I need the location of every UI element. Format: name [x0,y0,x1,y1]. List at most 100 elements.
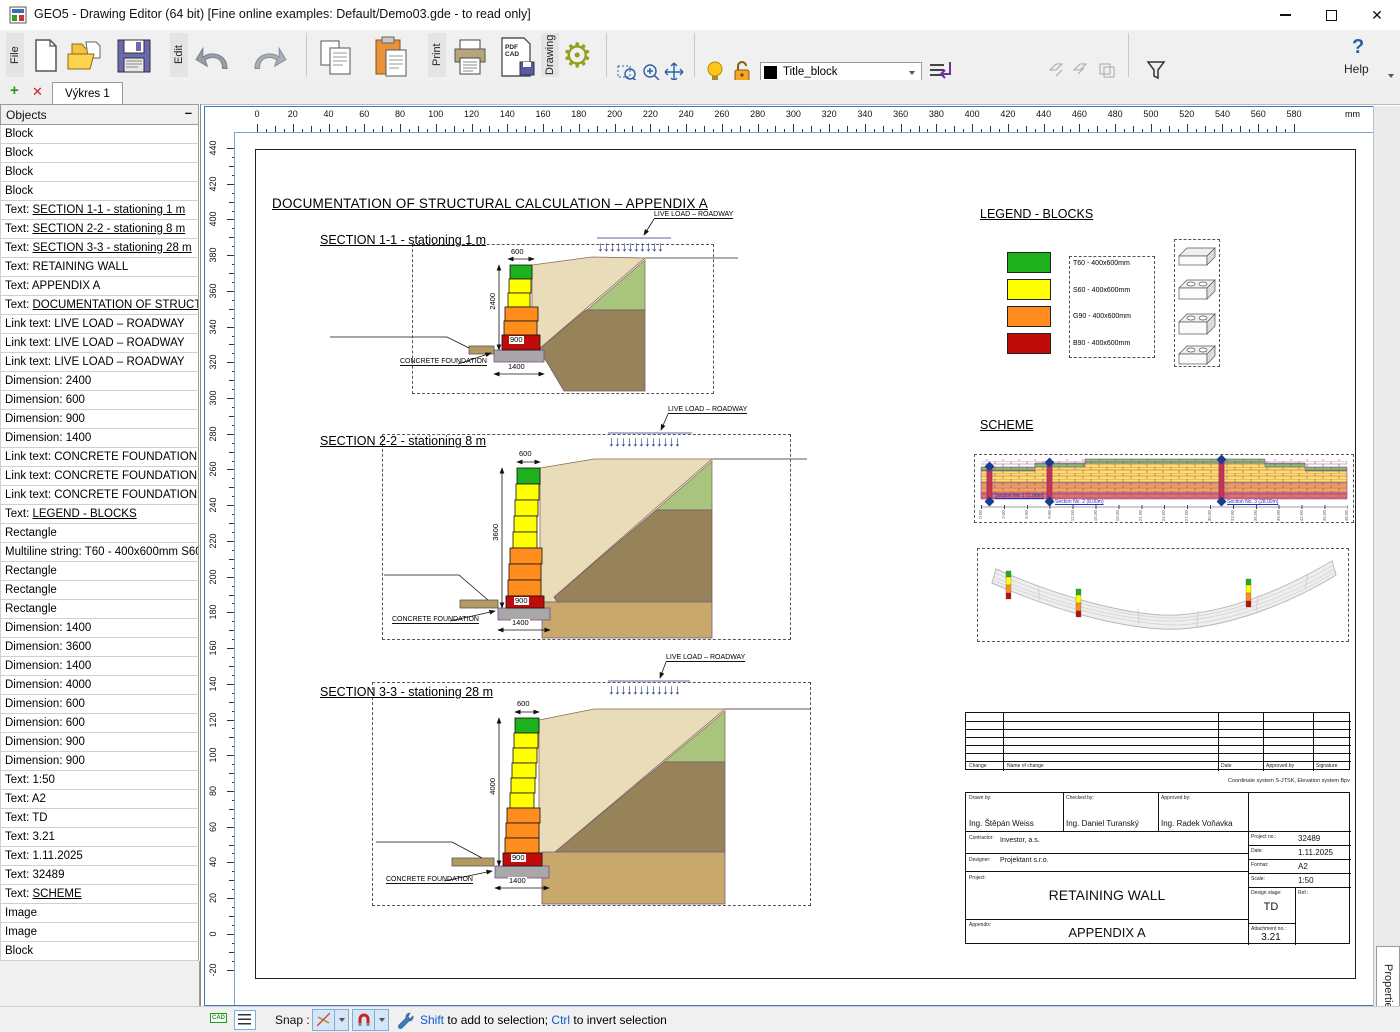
minimize-button[interactable] [1262,0,1308,30]
list-item[interactable]: Rectangle [0,524,199,543]
dim-3600[interactable]: 3600 [491,524,501,541]
open-file-icon[interactable] [66,40,102,72]
dim-1400[interactable]: 1400 [507,363,526,371]
legend-swatch[interactable] [1007,306,1051,327]
list-item[interactable]: Text: SECTION 3-3 - stationing 28 m [0,239,199,258]
filter-icon[interactable] [1146,60,1166,80]
undo-icon[interactable] [194,42,232,70]
help-label[interactable]: Help [1344,62,1369,76]
dim-900[interactable]: 900 [509,336,524,344]
list-item[interactable]: Dimension: 900 [0,752,199,771]
list-item[interactable]: Text: 32489 [0,866,199,885]
layer-dropdown[interactable] [909,71,915,75]
dim-900[interactable]: 900 [514,597,529,605]
list-item[interactable]: Text: LEGEND - BLOCKS [0,505,199,524]
list-item[interactable]: Text: RETAINING WALL [0,258,199,277]
printer-icon[interactable] [452,38,490,76]
list-item[interactable]: Link text: LIVE LOAD – ROADWAY [0,315,199,334]
zoom-select-icon[interactable] [616,62,638,82]
legend-title[interactable]: LEGEND - BLOCKS [980,207,1093,221]
list-item[interactable]: Link text: CONCRETE FOUNDATION [0,448,199,467]
list-item[interactable]: Block [0,144,199,163]
dim-2400[interactable]: 2400 [488,293,498,310]
list-item[interactable]: Dimension: 1400 [0,619,199,638]
object-list-toggle[interactable] [234,1010,256,1030]
live-load-label[interactable]: LIVE LOAD – ROADWAY [654,211,734,219]
list-item[interactable]: Link text: LIVE LOAD – ROADWAY [0,334,199,353]
dim-600[interactable]: 600 [518,450,533,458]
list-item[interactable]: Text: SCHEME [0,885,199,904]
redo-icon[interactable] [250,42,288,70]
list-item[interactable]: Text: APPENDIX A [0,277,199,296]
maximize-button[interactable] [1308,0,1354,30]
list-item[interactable]: Block [0,182,199,201]
list-item[interactable]: Block [0,163,199,182]
dim-600[interactable]: 600 [510,248,525,256]
print-menu[interactable]: Print [428,33,446,77]
list-item[interactable]: Text: DOCUMENTATION OF STRUCTURAL CALCUL… [0,296,199,315]
list-item[interactable]: Text: SECTION 2-2 - stationing 8 m [0,220,199,239]
wrench-icon[interactable] [396,1011,414,1029]
list-item[interactable]: Rectangle [0,581,199,600]
list-item[interactable]: Dimension: 4000 [0,676,199,695]
list-item[interactable]: Dimension: 900 [0,733,199,752]
section-2-drawing[interactable]: SECTION 2-2 - stationing 8 m ↓↓↓↓↓↓↓↓↓↓↓… [302,402,822,647]
snap-mode-dropdown[interactable] [334,1009,349,1031]
concrete-foundation-label[interactable]: CONCRETE FOUNDATION [386,876,473,884]
dim-4000[interactable]: 4000 [488,778,498,795]
apply-layer-icon[interactable] [928,60,952,82]
concrete-foundation-label[interactable]: CONCRETE FOUNDATION [392,616,479,624]
help-dropdown[interactable] [1388,74,1394,78]
snap-mode-button[interactable] [312,1009,336,1031]
list-item[interactable]: Text: 1.11.2025 [0,847,199,866]
pan-icon[interactable] [664,62,684,82]
list-item[interactable]: Block [0,125,199,144]
file-menu[interactable]: File [6,33,24,77]
scheme-elevation[interactable]: 0.00 3.00 6.00 9.00 12.00 15.00 18.00 21.00 24.0… [974,454,1354,523]
section-3-drawing[interactable]: SECTION 3-3 - stationing 28 m ↓↓↓↓↓↓↓↓↓↓… [302,652,842,914]
list-item[interactable]: Block [0,942,199,961]
collapse-panel-button[interactable]: – [185,105,192,120]
list-item[interactable]: Text: 3.21 [0,828,199,847]
list-item[interactable]: Dimension: 600 [0,695,199,714]
list-item[interactable]: Link text: CONCRETE FOUNDATION [0,486,199,505]
list-item[interactable]: Multiline string: T60 - 400x600mm S60 - … [0,543,199,562]
list-item[interactable]: Dimension: 600 [0,391,199,410]
list-item[interactable]: Dimension: 1400 [0,429,199,448]
live-load-label[interactable]: LIVE LOAD – ROADWAY [666,654,746,662]
legend-swatch[interactable] [1007,279,1051,300]
concrete-foundation-label[interactable]: CONCRETE FOUNDATION [400,358,487,366]
help-icon[interactable]: ? [1352,36,1364,59]
dim-900[interactable]: 900 [511,854,526,862]
scheme-section-1-label[interactable]: Section No. 1 (1.00m) [995,493,1044,499]
list-item[interactable]: Rectangle [0,600,199,619]
copy-icon[interactable] [318,38,354,76]
list-item[interactable]: Text: SECTION 1-1 - stationing 1 m [0,201,199,220]
scheme-title[interactable]: SCHEME [980,418,1033,432]
tab-vykres-1[interactable]: Výkres 1 [52,82,123,105]
legend-label[interactable]: T60 - 400x600mm [1073,260,1130,267]
title-block[interactable]: Change Name of change Date Approved by S… [965,712,1351,945]
section-1-title[interactable]: SECTION 1-1 - stationing 1 m [320,233,486,247]
list-item[interactable]: Link text: LIVE LOAD – ROADWAY [0,353,199,372]
cad-mode-toggle[interactable]: CAD [210,1013,227,1023]
legend-swatch[interactable] [1007,252,1051,273]
dim-1400[interactable]: 1400 [511,619,530,627]
close-button[interactable]: ✕ [1354,0,1400,30]
list-item[interactable]: Dimension: 900 [0,410,199,429]
list-item[interactable]: Dimension: 2400 [0,372,199,391]
legend-label[interactable]: B90 - 400x600mm [1073,340,1130,347]
dim-1400[interactable]: 1400 [508,877,527,885]
scheme-3d-view[interactable] [977,548,1349,642]
magnet-dropdown[interactable] [374,1009,389,1031]
section-1-drawing[interactable]: SECTION 1-1 - stationing 1 m ↓↓↓↓↓↓↓↓↓↓↓… [302,207,772,407]
settings-gear-icon[interactable]: ⚙ [562,36,592,76]
scheme-section-2-label[interactable]: Section No. 2 (8.00m) [1055,499,1104,505]
edit-menu[interactable]: Edit [170,33,188,77]
legend-3d-blocks[interactable] [1174,239,1220,367]
list-item[interactable]: Text: A2 [0,790,199,809]
list-item[interactable]: Text: 1:50 [0,771,199,790]
section-2-title[interactable]: SECTION 2-2 - stationing 8 m [320,434,486,448]
scheme-section-3-label[interactable]: Section No. 3 (28.00m) [1227,499,1278,505]
list-item[interactable]: Text: TD [0,809,199,828]
